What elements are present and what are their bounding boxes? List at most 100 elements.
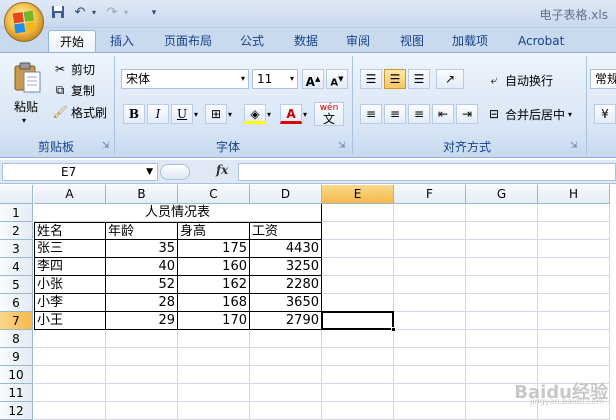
cell-h2[interactable] — [538, 222, 610, 240]
align-left-button[interactable]: ≡ — [360, 104, 382, 124]
table-data-cell[interactable]: 小王 — [34, 312, 106, 330]
tab-acrobat[interactable]: Acrobat — [512, 30, 570, 52]
table-data-cell[interactable]: 52 — [106, 276, 178, 294]
cell-f7[interactable] — [394, 312, 466, 330]
table-data-cell[interactable]: 4430 — [250, 240, 322, 258]
increase-indent-button[interactable]: ⇥ — [456, 104, 478, 124]
table-title[interactable]: 人员情况表 — [34, 204, 322, 222]
cell-e9[interactable] — [322, 348, 394, 366]
font-name-select[interactable]: 宋体 ▾ — [121, 69, 249, 89]
cell-g3[interactable] — [466, 240, 538, 258]
cell-a9[interactable] — [34, 348, 106, 366]
column-header-a[interactable]: A — [34, 185, 106, 204]
font-launcher-icon[interactable]: ⇲ — [338, 141, 348, 151]
number-format-select[interactable]: 常规 — [590, 69, 616, 89]
row-header-2[interactable]: 2 — [0, 222, 33, 240]
italic-button[interactable]: I — [147, 104, 169, 124]
cell-a10[interactable] — [34, 366, 106, 384]
cell-e5[interactable] — [322, 276, 394, 294]
cell-d12[interactable] — [250, 402, 322, 420]
customize-icon[interactable]: ▾ — [146, 5, 162, 21]
row-header-6[interactable]: 6 — [0, 294, 33, 312]
row-header-1[interactable]: 1 — [0, 204, 33, 222]
tab-view[interactable]: 视图 — [394, 30, 430, 52]
table-data-cell[interactable]: 李四 — [34, 258, 106, 276]
font-size-select[interactable]: 11 ▾ — [252, 69, 298, 89]
cell-f12[interactable] — [394, 402, 466, 420]
cell-f11[interactable] — [394, 384, 466, 402]
cell-c12[interactable] — [178, 402, 250, 420]
copy-button[interactable]: ⧉ 复制 — [52, 80, 95, 100]
row-header-5[interactable]: 5 — [0, 276, 33, 294]
cell-h7[interactable] — [538, 312, 610, 330]
column-header-h[interactable]: H — [538, 185, 610, 204]
row-header-4[interactable]: 4 — [0, 258, 33, 276]
align-center-button[interactable]: ≡ — [384, 104, 406, 124]
cell-h6[interactable] — [538, 294, 610, 312]
cell-g7[interactable] — [466, 312, 538, 330]
active-cell-outline[interactable] — [321, 311, 394, 330]
underline-button[interactable]: U — [171, 104, 193, 124]
table-header-cell[interactable]: 身高 — [178, 222, 250, 240]
cell-d9[interactable] — [250, 348, 322, 366]
cell-f1[interactable] — [394, 204, 466, 222]
cell-g2[interactable] — [466, 222, 538, 240]
align-right-button[interactable]: ≡ — [408, 104, 430, 124]
row-header-10[interactable]: 10 — [0, 366, 33, 384]
column-header-e[interactable]: E — [322, 185, 394, 204]
cell-c10[interactable] — [178, 366, 250, 384]
cell-b12[interactable] — [106, 402, 178, 420]
cell-b8[interactable] — [106, 330, 178, 348]
cell-f6[interactable] — [394, 294, 466, 312]
redo-dropdown-icon[interactable]: ▾ — [118, 5, 134, 21]
tab-data[interactable]: 数据 — [288, 30, 324, 52]
bold-button[interactable]: B — [123, 104, 145, 124]
paste-dropdown-icon[interactable]: ▾ — [22, 116, 26, 125]
clipboard-launcher-icon[interactable]: ⇲ — [102, 141, 112, 151]
row-header-9[interactable]: 9 — [0, 348, 33, 366]
paste-button[interactable]: 粘贴 — [14, 96, 38, 116]
table-data-cell[interactable]: 160 — [178, 258, 250, 276]
table-data-cell[interactable]: 175 — [178, 240, 250, 258]
row-header-11[interactable]: 11 — [0, 384, 33, 402]
decrease-indent-button[interactable]: ⇤ — [432, 104, 454, 124]
cell-f2[interactable] — [394, 222, 466, 240]
tab-addins[interactable]: 加载项 — [446, 30, 494, 52]
table-header-cell[interactable]: 姓名 — [34, 222, 106, 240]
cell-a11[interactable] — [34, 384, 106, 402]
cell-h1[interactable] — [538, 204, 610, 222]
cell-h4[interactable] — [538, 258, 610, 276]
table-data-cell[interactable]: 29 — [106, 312, 178, 330]
tab-insert[interactable]: 插入 — [104, 30, 140, 52]
cell-g12[interactable] — [466, 402, 538, 420]
alignment-launcher-icon[interactable]: ⇲ — [570, 141, 580, 151]
cell-d10[interactable] — [250, 366, 322, 384]
cell-e3[interactable] — [322, 240, 394, 258]
cell-f3[interactable] — [394, 240, 466, 258]
column-header-b[interactable]: B — [106, 185, 178, 204]
merge-center-button[interactable]: ⊟ 合并后居中 ▾ — [486, 104, 572, 124]
office-button[interactable] — [4, 2, 44, 42]
align-bottom-button[interactable]: ☰ — [408, 69, 430, 89]
insert-function-button[interactable]: fx — [216, 163, 228, 177]
row-header-8[interactable]: 8 — [0, 330, 33, 348]
tab-page-layout[interactable]: 页面布局 — [158, 30, 218, 52]
table-data-cell[interactable]: 35 — [106, 240, 178, 258]
font-color-button[interactable]: A — [280, 104, 302, 124]
table-data-cell[interactable]: 2790 — [250, 312, 322, 330]
save-icon[interactable] — [50, 5, 66, 21]
table-data-cell[interactable]: 小李 — [34, 294, 106, 312]
wrap-text-button[interactable]: ⤶ 自动换行 — [486, 70, 553, 90]
table-header-cell[interactable]: 年龄 — [106, 222, 178, 240]
cell-e6[interactable] — [322, 294, 394, 312]
table-data-cell[interactable]: 2280 — [250, 276, 322, 294]
cell-e8[interactable] — [322, 330, 394, 348]
row-header-7[interactable]: 7 — [0, 312, 33, 330]
align-top-button[interactable]: ☰ — [360, 69, 382, 89]
table-data-cell[interactable]: 3650 — [250, 294, 322, 312]
phonetic-guide-button[interactable]: wén 文 — [314, 102, 344, 126]
table-data-cell[interactable]: 162 — [178, 276, 250, 294]
cell-b11[interactable] — [106, 384, 178, 402]
cell-g9[interactable] — [466, 348, 538, 366]
cell-d11[interactable] — [250, 384, 322, 402]
